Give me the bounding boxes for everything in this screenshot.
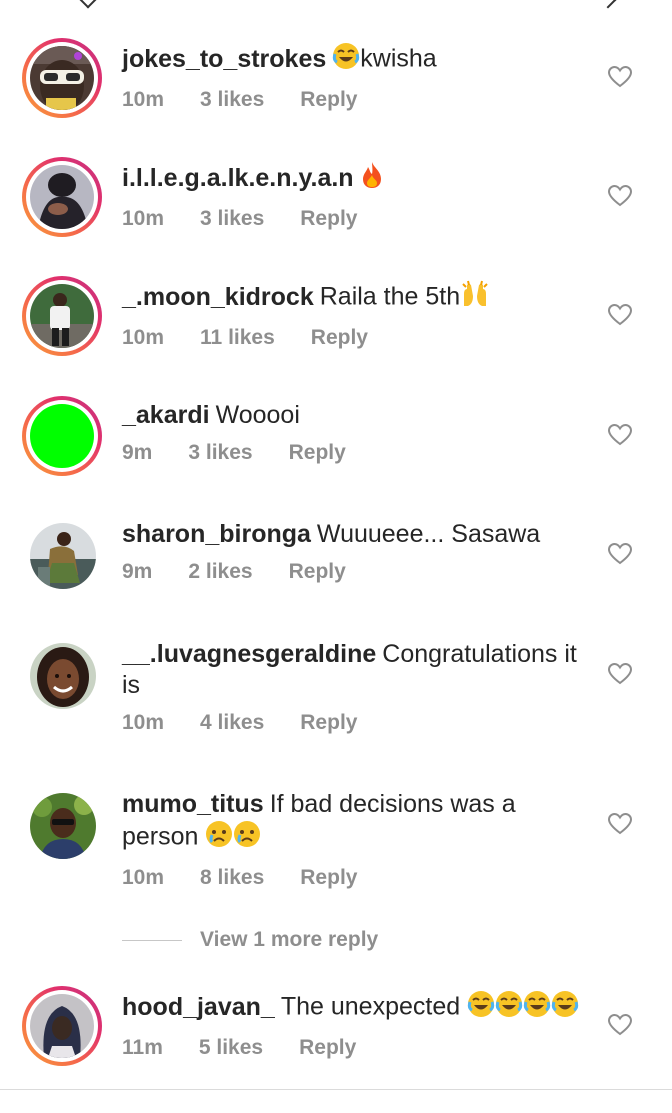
heart-outline-icon[interactable] [607,812,633,835]
comment-text: Wooooi [215,401,300,429]
chevron-down-icon [79,0,97,9]
comment-time: 10m [122,88,165,111]
avatar-photo-sunglasses [30,46,94,110]
like-count[interactable]: 8 likes [200,866,264,889]
face-with-tears-of-joy-emoji [495,990,523,1026]
reply-button[interactable]: Reply [300,711,357,734]
like-count[interactable]: 5 likes [199,1036,263,1059]
comment-time: 10m [122,207,165,230]
crying-face-emoji [233,820,261,856]
comment-username[interactable]: _.moon_kidrock [122,283,314,311]
avatar-photo-man[interactable] [30,793,96,859]
reply-divider-line [122,940,182,941]
comment-username[interactable]: mumo_titus [122,790,264,818]
bottom-bar [0,1090,672,1113]
raising-hands-emoji [460,280,490,316]
avatar[interactable] [22,38,102,118]
comment-username[interactable]: hood_javan_ [122,993,275,1021]
crying-face-emoji [205,820,233,856]
comment-username[interactable]: _akardi [122,401,210,429]
reply-button[interactable]: Reply [300,866,357,889]
reply-button[interactable]: Reply [299,1036,356,1059]
face-with-tears-of-joy-emoji [467,990,495,1026]
avatar[interactable] [22,157,102,237]
avatar-photo-sharon[interactable] [30,523,96,589]
comment-time: 9m [122,560,153,583]
like-count[interactable]: 3 likes [200,88,264,111]
face-with-tears-of-joy-emoji [332,42,360,78]
comment-time: 11m [122,1036,163,1059]
avatar-green [30,404,94,468]
heart-outline-icon[interactable] [607,423,633,446]
reply-button[interactable]: Reply [311,326,368,349]
view-more-replies-label: View 1 more reply [200,928,379,951]
like-count[interactable]: 4 likes [200,711,264,734]
comment-username[interactable]: __.luvagnesgeraldine [122,640,376,668]
comment-time: 9m [122,441,153,464]
heart-outline-icon[interactable] [607,662,633,685]
like-count[interactable]: 3 likes [200,207,264,230]
avatar-photo-person [30,284,94,348]
reply-button[interactable]: Reply [300,207,357,230]
avatar-photo-woman[interactable] [30,643,96,709]
avatar[interactable] [22,276,102,356]
comment-text: Raila the 5th [319,282,461,311]
comment-username[interactable]: jokes_to_strokes [122,45,326,73]
like-count[interactable]: 2 likes [188,560,252,583]
heart-outline-icon[interactable] [607,65,633,88]
fire-emoji [360,161,384,197]
comment-time: 10m [122,326,165,349]
reply-button[interactable]: Reply [289,441,346,464]
like-count[interactable]: 11 likes [200,326,275,349]
heart-outline-icon[interactable] [607,1013,633,1036]
face-with-tears-of-joy-emoji [551,990,579,1026]
comment-time: 10m [122,866,165,889]
reply-button[interactable]: Reply [289,560,346,583]
comment-text: The unexpected [280,992,461,1021]
view-more-replies-button[interactable]: View 1 more reply [122,928,522,956]
avatar-photo-dark [30,165,94,229]
chevron-icon [599,0,617,9]
heart-outline-icon[interactable] [607,542,633,565]
comment-username[interactable]: sharon_bironga [122,520,311,548]
top-edge [0,0,672,16]
comment-text: Wuuueee... Sasawa [316,520,541,548]
heart-outline-icon[interactable] [607,184,633,207]
comment-time: 10m [122,711,165,734]
like-count[interactable]: 3 likes [188,441,252,464]
comment-username[interactable]: i.l.l.e.g.a.lk.e.n.y.a.n [122,164,354,192]
comment-text: kwisha [360,44,437,73]
avatar-photo-hood [30,994,94,1058]
heart-outline-icon[interactable] [607,303,633,326]
avatar[interactable] [22,396,102,476]
reply-button[interactable]: Reply [300,88,357,111]
avatar[interactable] [22,986,102,1066]
face-with-tears-of-joy-emoji [523,990,551,1026]
